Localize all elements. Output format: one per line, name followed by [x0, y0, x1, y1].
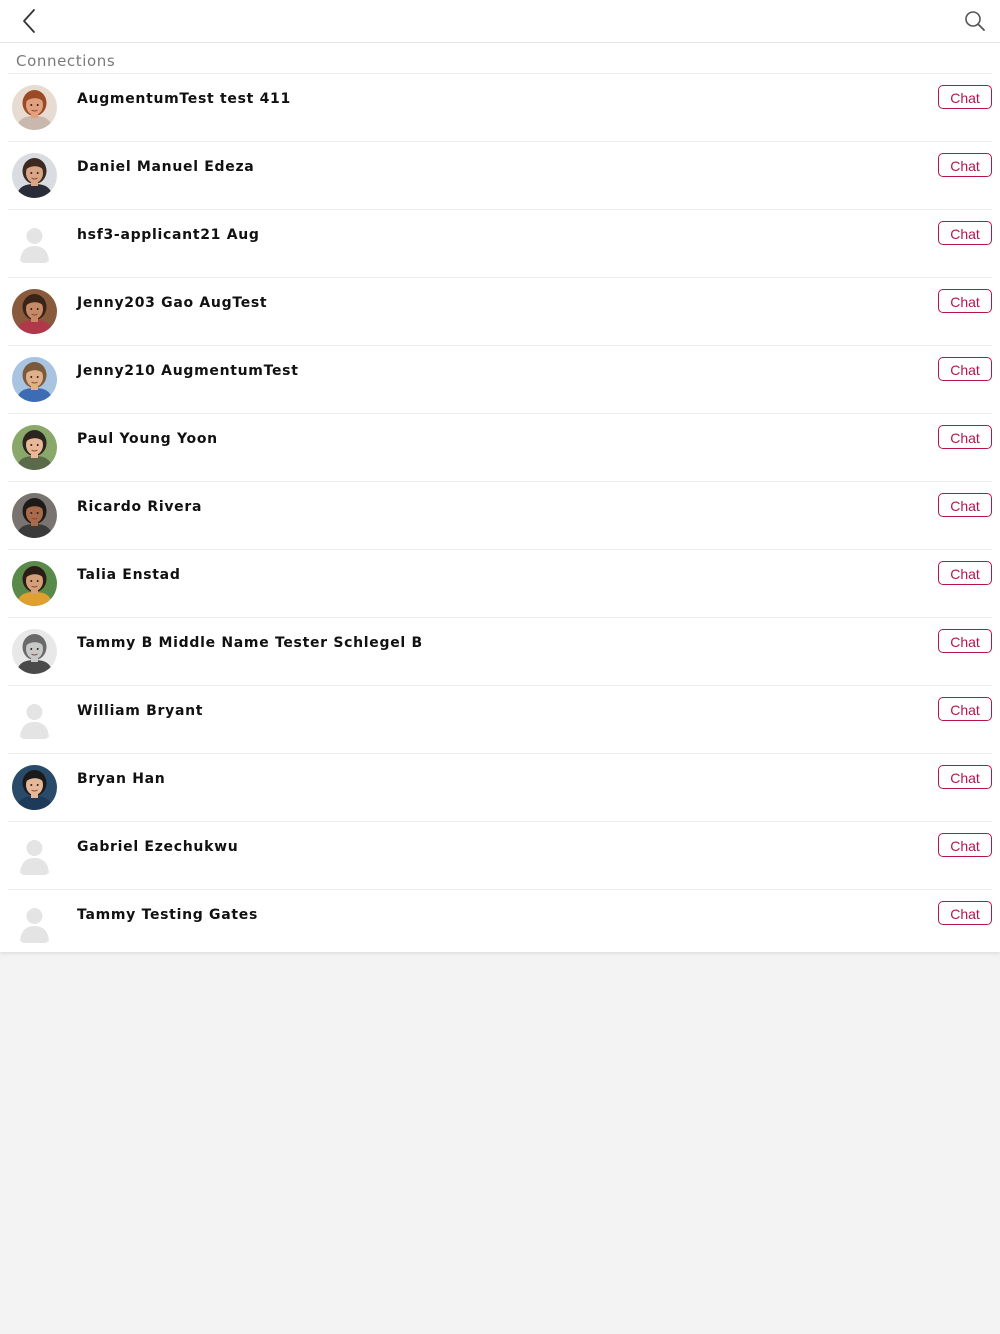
connection-name[interactable]: hsf3-applicant21 Aug [77, 227, 260, 243]
chat-button[interactable]: Chat [938, 221, 992, 245]
chat-button[interactable]: Chat [938, 697, 992, 721]
avatar[interactable] [12, 425, 57, 470]
user-silhouette-icon [12, 697, 57, 742]
connection-name[interactable]: Gabriel Ezechukwu [77, 839, 238, 855]
avatar[interactable] [12, 357, 57, 402]
connection-name[interactable]: Paul Young Yoon [77, 431, 218, 447]
chat-button[interactable]: Chat [938, 357, 992, 381]
connection-row[interactable]: Bryan Han Chat [8, 754, 992, 822]
connection-row[interactable]: Gabriel Ezechukwu Chat [8, 822, 992, 890]
chat-button[interactable]: Chat [938, 901, 992, 925]
chat-button[interactable]: Chat [938, 289, 992, 313]
connection-row[interactable]: Jenny203 Gao AugTest Chat [8, 278, 992, 346]
chat-button[interactable]: Chat [938, 85, 992, 109]
connection-row[interactable]: AugmentumTest test 411 Chat [8, 74, 992, 142]
avatar-placeholder[interactable] [12, 697, 57, 742]
connection-row[interactable]: Ricardo Rivera Chat [8, 482, 992, 550]
profile-photo [12, 289, 57, 334]
connection-row[interactable]: Daniel Manuel Edeza Chat [8, 142, 992, 210]
profile-photo [12, 153, 57, 198]
search-icon [965, 11, 985, 31]
connection-row[interactable]: Tammy B Middle Name Tester Schlegel B Cha… [8, 618, 992, 686]
connection-row[interactable]: Jenny210 AugmentumTest Chat [8, 346, 992, 414]
chat-button[interactable]: Chat [938, 833, 992, 857]
connection-row[interactable]: hsf3-applicant21 Aug Chat [8, 210, 992, 278]
profile-photo [12, 85, 57, 130]
profile-photo [12, 425, 57, 470]
avatar-placeholder[interactable] [12, 901, 57, 946]
avatar-placeholder[interactable] [12, 833, 57, 878]
profile-photo [12, 561, 57, 606]
avatar[interactable] [12, 289, 57, 334]
chevron-left-icon [23, 9, 35, 33]
section-title: Connections [16, 52, 116, 70]
avatar[interactable] [12, 629, 57, 674]
connection-row[interactable]: Paul Young Yoon Chat [8, 414, 992, 482]
chat-button[interactable]: Chat [938, 765, 992, 789]
connection-name[interactable]: AugmentumTest test 411 [77, 91, 291, 107]
avatar[interactable] [12, 85, 57, 130]
connection-row[interactable]: Tammy Testing Gates Chat [8, 890, 992, 957]
profile-photo [12, 493, 57, 538]
connection-row[interactable]: Talia Enstad Chat [8, 550, 992, 618]
search-button[interactable] [960, 6, 990, 36]
avatar[interactable] [12, 765, 57, 810]
avatar[interactable] [12, 153, 57, 198]
connections-screen: Connections AugmentumTest test 411 Chat Da… [0, 0, 1000, 1334]
connections-list: AugmentumTest test 411 Chat Daniel Manuel … [8, 73, 992, 957]
connection-name[interactable]: Bryan Han [77, 771, 165, 787]
connection-name[interactable]: Jenny203 Gao AugTest [77, 295, 267, 311]
chat-button[interactable]: Chat [938, 629, 992, 653]
connection-name[interactable]: Jenny210 AugmentumTest [77, 363, 299, 379]
profile-photo [12, 357, 57, 402]
connection-name[interactable]: William Bryant [77, 703, 203, 719]
connection-name[interactable]: Daniel Manuel Edeza [77, 159, 254, 175]
top-bar [0, 0, 1000, 43]
connection-name[interactable]: Tammy Testing Gates [77, 907, 258, 923]
user-silhouette-icon [12, 833, 57, 878]
connections-panel: Connections AugmentumTest test 411 Chat Da… [0, 43, 1000, 952]
profile-photo [12, 629, 57, 674]
user-silhouette-icon [12, 221, 57, 266]
profile-photo [12, 765, 57, 810]
chat-button[interactable]: Chat [938, 561, 992, 585]
user-silhouette-icon [12, 901, 57, 946]
chat-button[interactable]: Chat [938, 153, 992, 177]
avatar[interactable] [12, 493, 57, 538]
avatar-placeholder[interactable] [12, 221, 57, 266]
chat-button[interactable]: Chat [938, 493, 992, 517]
back-button[interactable] [14, 6, 44, 36]
avatar[interactable] [12, 561, 57, 606]
connection-name[interactable]: Talia Enstad [77, 567, 181, 583]
connection-row[interactable]: William Bryant Chat [8, 686, 992, 754]
connection-name[interactable]: Tammy B Middle Name Tester Schlegel B [77, 635, 423, 651]
connection-name[interactable]: Ricardo Rivera [77, 499, 202, 515]
chat-button[interactable]: Chat [938, 425, 992, 449]
